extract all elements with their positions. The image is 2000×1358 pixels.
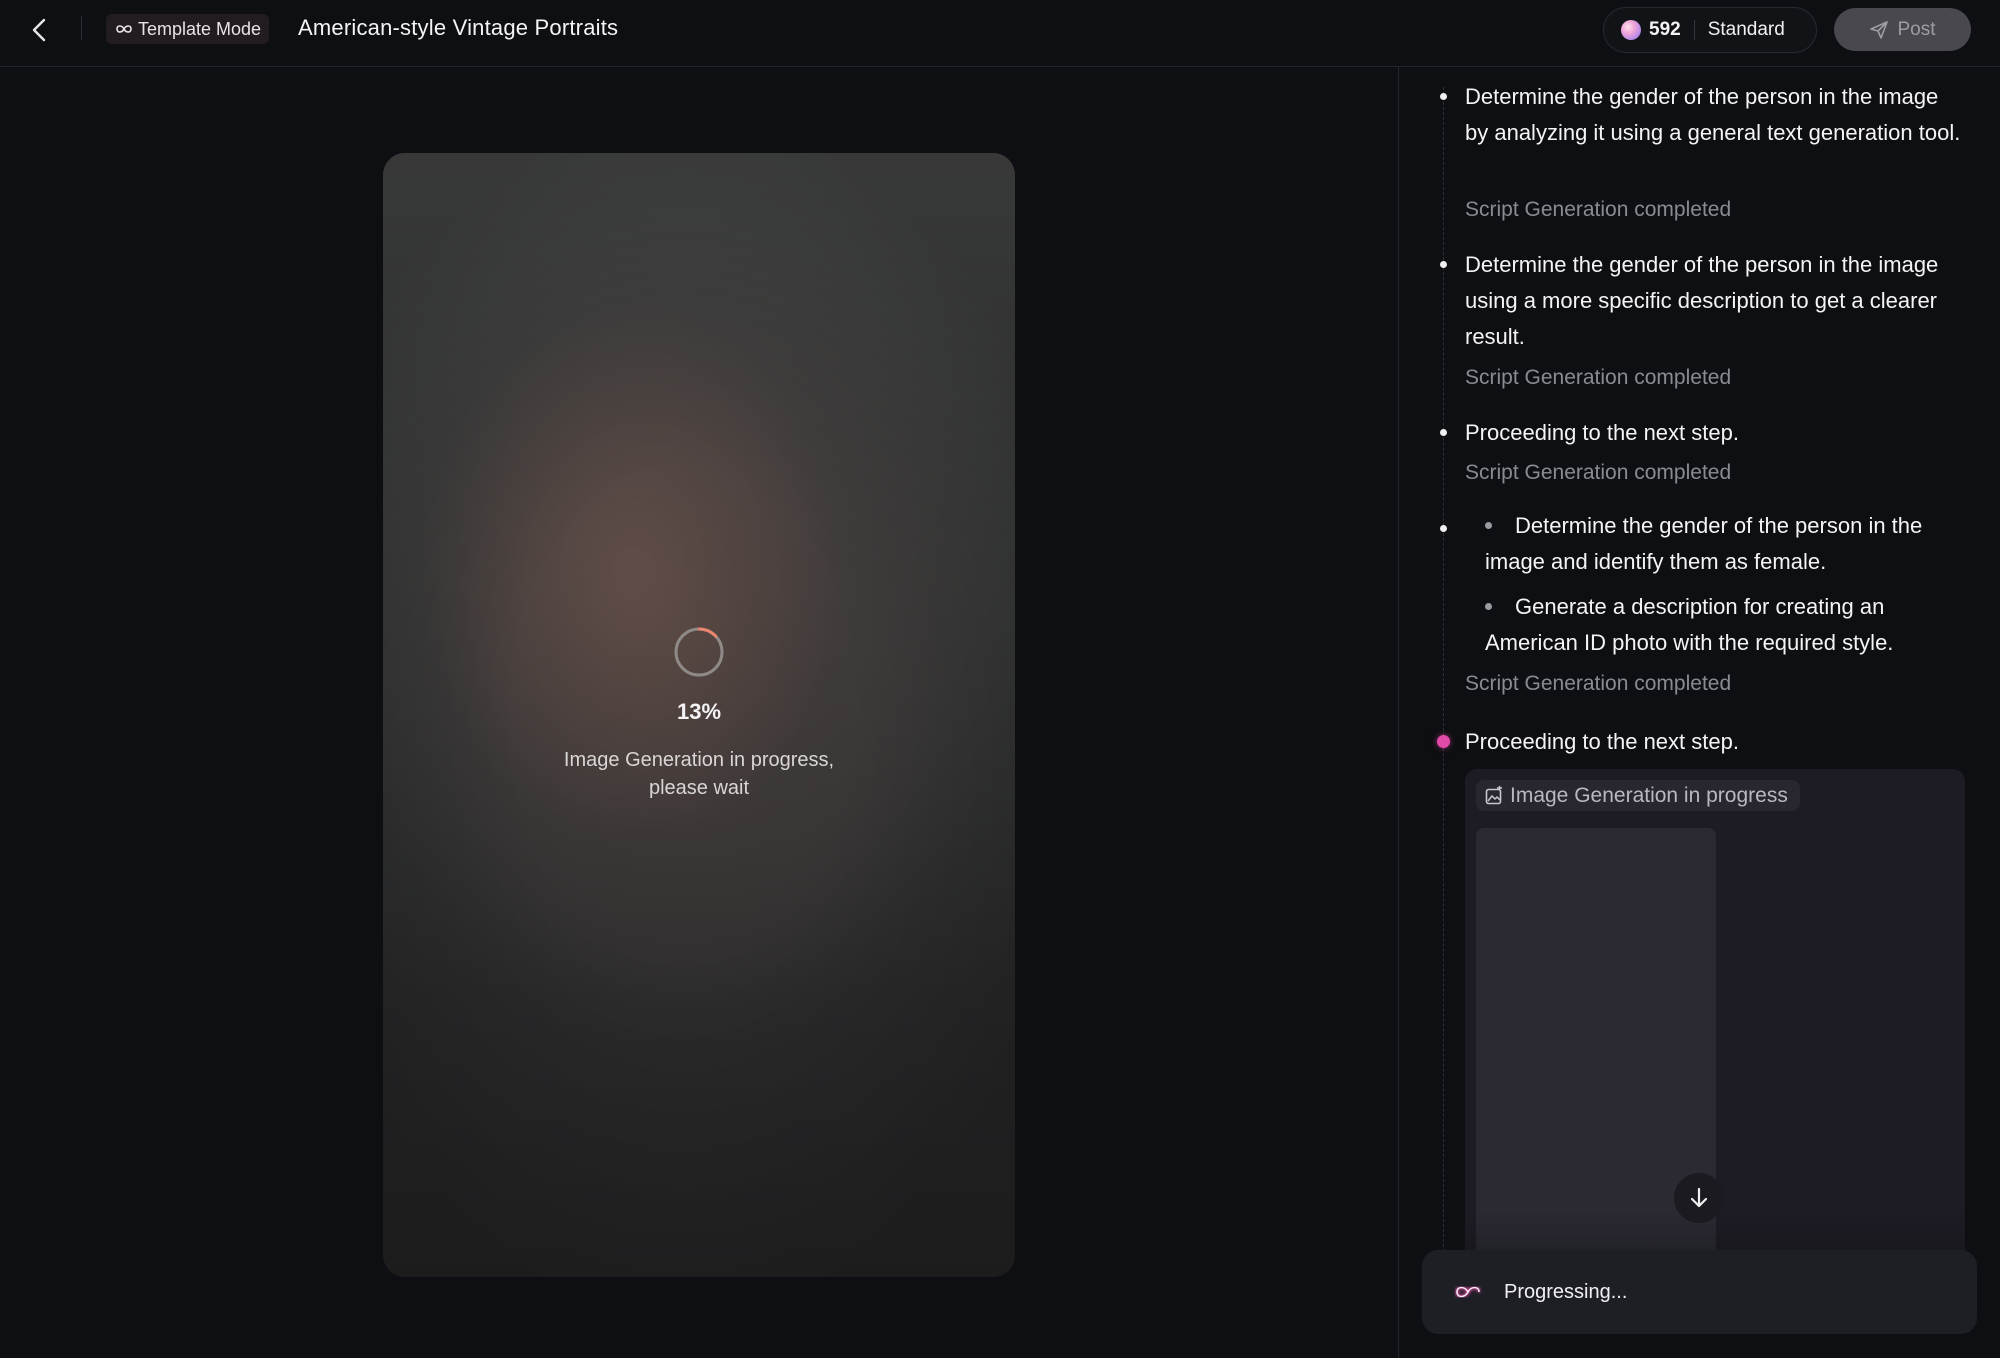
infinity-glow-icon: [1455, 1286, 1481, 1298]
spinner-icon: [674, 627, 724, 677]
sub-step-text: Generate a description for creating an A…: [1485, 594, 1894, 655]
image-generation-chip: Image Generation in progress: [1476, 780, 1800, 811]
template-mode-label: Template Mode: [138, 18, 262, 39]
step-status: Script Generation completed: [1465, 366, 1732, 389]
send-icon: [1870, 20, 1889, 39]
arrow-down-icon: [1690, 1187, 1708, 1208]
step-bullet: [1440, 429, 1447, 436]
credits-indicator[interactable]: 592 Standard: [1603, 7, 1817, 53]
timeline-line: [1443, 87, 1444, 1307]
step-text: Proceeding to the next step.: [1465, 729, 1739, 754]
toolbar-divider: [81, 16, 82, 40]
chevron-left-icon: [32, 18, 46, 42]
step-bullet: [1440, 261, 1447, 268]
template-mode-badge[interactable]: Template Mode: [106, 14, 270, 44]
quality-label: Standard: [1707, 19, 1785, 40]
agent-steps-panel[interactable]: Determine the gender of the person in th…: [1398, 67, 2000, 1358]
step-text: Determine the gender of the person in th…: [1465, 252, 1939, 349]
step-bullet-active: [1437, 735, 1450, 748]
gem-icon: [1621, 20, 1641, 40]
infinity-icon: [116, 25, 132, 33]
step-bullet: [1440, 525, 1447, 532]
progress-status-bar: Progressing...: [1422, 1250, 1977, 1334]
back-button[interactable]: [24, 12, 56, 48]
scroll-down-button[interactable]: [1674, 1173, 1724, 1223]
post-button[interactable]: Post: [1834, 8, 1971, 51]
step-status: Script Generation completed: [1465, 198, 1732, 221]
image-preview-card: 13% Image Generation in progress, please…: [383, 153, 1015, 1277]
step-text: Determine the gender of the person in th…: [1465, 84, 1961, 145]
sub-step-bullet: [1485, 522, 1492, 529]
progress-label: Progressing...: [1504, 1280, 1628, 1303]
post-label: Post: [1897, 18, 1936, 40]
credits-divider: [1693, 20, 1695, 40]
step-text: Proceeding to the next step.: [1465, 420, 1739, 445]
sub-step-text: Determine the gender of the person in th…: [1485, 513, 1923, 574]
sub-step-list: Determine the gender of the person in th…: [1485, 508, 1955, 670]
step-status: Script Generation completed: [1465, 461, 1732, 484]
step-bullet: [1440, 93, 1447, 100]
generation-message: Image Generation in progress, please wai…: [563, 749, 835, 799]
image-generation-card: Image Generation in progress: [1465, 769, 1965, 1329]
sub-step-item: Determine the gender of the person in th…: [1485, 508, 1955, 580]
credits-count: 592: [1649, 19, 1681, 40]
image-generation-label: Image Generation in progress: [1510, 783, 1788, 807]
top-bar: Template Mode American-style Vintage Por…: [0, 0, 2000, 67]
step-status: Script Generation completed: [1465, 672, 1732, 695]
page-title: American-style Vintage Portraits: [298, 15, 619, 40]
sub-step-bullet: [1485, 603, 1492, 610]
progress-percent: 13%: [676, 699, 722, 724]
sub-step-item: Generate a description for creating an A…: [1485, 589, 1955, 661]
image-edit-icon: [1485, 785, 1502, 804]
